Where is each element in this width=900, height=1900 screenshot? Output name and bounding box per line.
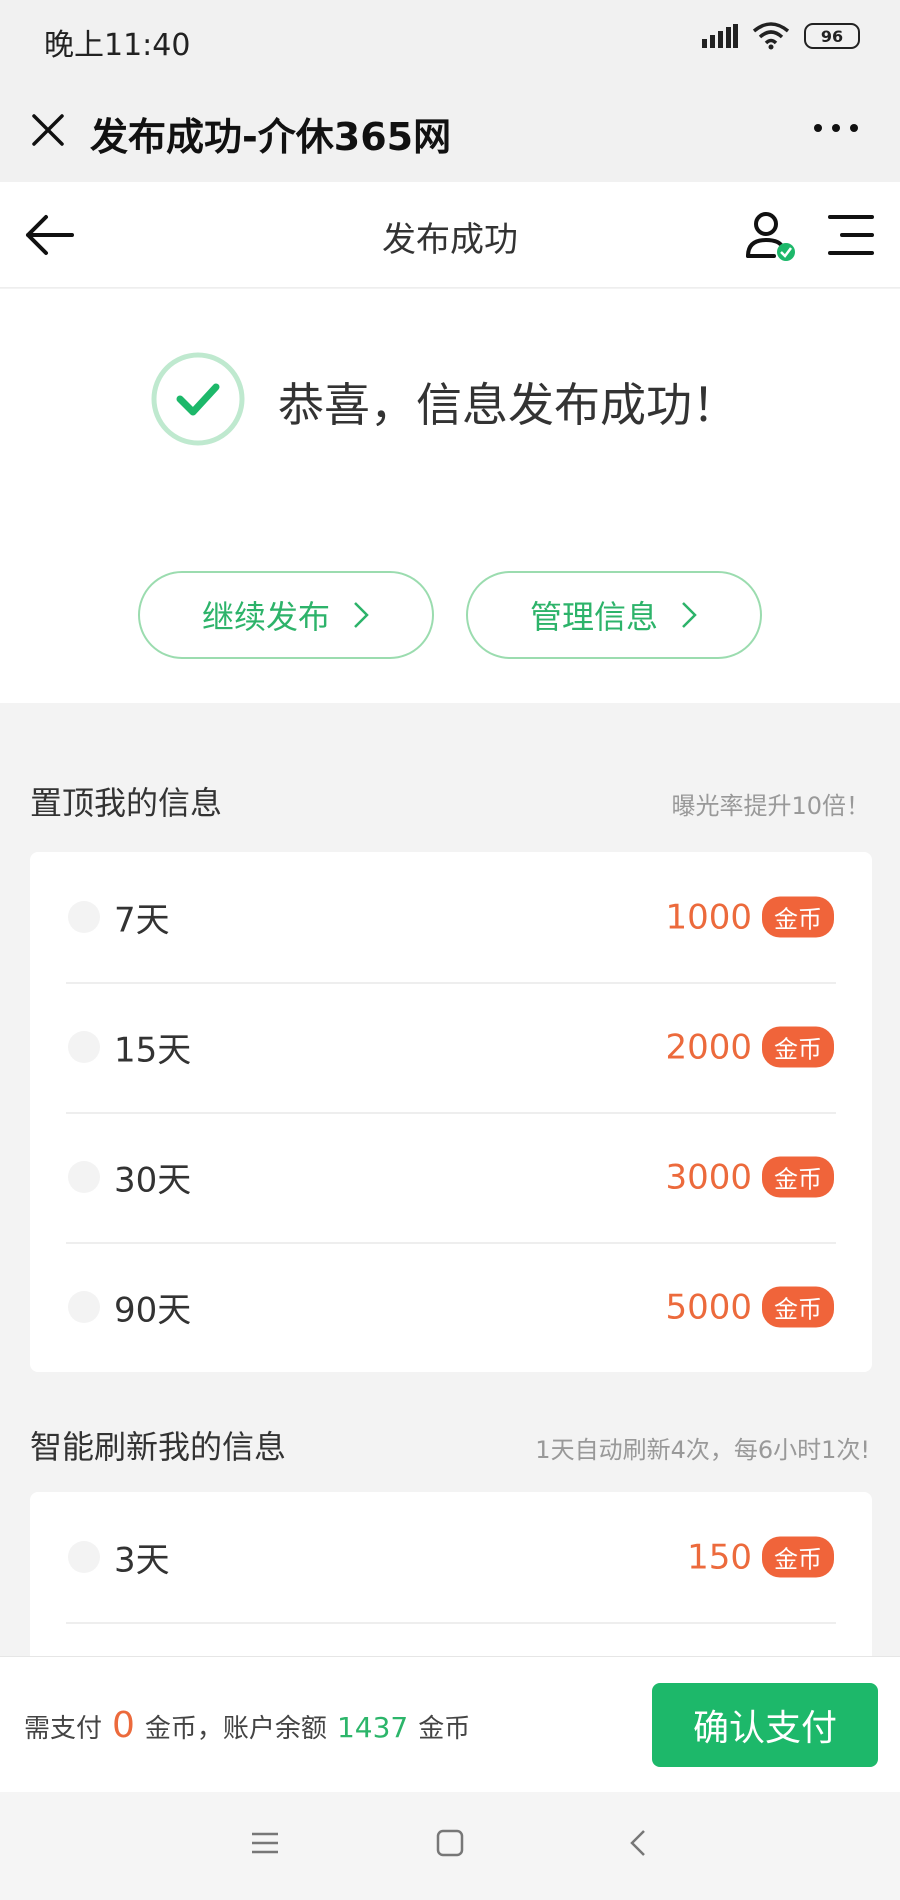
refresh-section-title: 智能刷新我的信息 (30, 1428, 287, 1466)
option-duration: 15天 (114, 1030, 192, 1071)
webview-header: 发布成功-介休365网 (0, 82, 900, 182)
coin-balance-label: 金币，账户余额 (144, 1714, 327, 1744)
top-option-row[interactable]: 15天 2000 金币 (30, 982, 872, 1112)
chevron-right-icon (682, 602, 697, 628)
pay-amount: 0 (112, 1705, 135, 1746)
option-duration: 7天 (114, 900, 170, 941)
coin-badge: 金币 (762, 1026, 834, 1068)
home-icon[interactable] (435, 1828, 465, 1858)
coin-badge: 金币 (762, 1286, 834, 1328)
account-balance: 1437 (336, 1711, 409, 1744)
radio-button[interactable] (68, 1161, 100, 1193)
continue-publish-label: 继续发布 (201, 598, 330, 636)
recent-apps-icon[interactable] (250, 1828, 280, 1858)
signal-icon (702, 24, 738, 48)
price-amount: 150 (687, 1537, 752, 1577)
option-price: 3000 金币 (665, 1156, 834, 1198)
refresh-option-row-partial (30, 1622, 872, 1656)
page-nav-bar: 发布成功 (0, 182, 900, 288)
option-duration: 90天 (114, 1290, 192, 1331)
need-pay-label: 需支付 (24, 1714, 103, 1744)
more-icon[interactable] (808, 106, 864, 150)
system-nav-bar (0, 1792, 900, 1900)
wifi-icon (752, 22, 790, 50)
system-back-icon[interactable] (628, 1828, 648, 1858)
top-option-row[interactable]: 30天 3000 金币 (30, 1112, 872, 1242)
check-circle-icon (151, 352, 245, 446)
coin-unit: 金币 (418, 1714, 471, 1744)
top-options-card: 7天 1000 金币 15天 2000 金币 30天 3000 金币 90天 5… (30, 852, 872, 1372)
chevron-right-icon (354, 602, 369, 628)
option-duration: 3天 (114, 1540, 170, 1581)
price-amount: 1000 (665, 897, 752, 937)
status-bar: 晚上11:40 96 (0, 0, 900, 82)
option-price: 2000 金币 (665, 1026, 834, 1068)
battery-indicator: 96 (804, 23, 860, 49)
price-amount: 3000 (665, 1157, 752, 1197)
continue-publish-button[interactable]: 继续发布 (138, 571, 434, 659)
refresh-options-card: 3天 150 金币 (30, 1492, 872, 1656)
option-price: 1000 金币 (665, 896, 834, 938)
top-option-row[interactable]: 90天 5000 金币 (30, 1242, 872, 1372)
user-verified-icon[interactable] (742, 208, 798, 264)
coin-badge: 金币 (762, 896, 834, 938)
confirm-pay-button[interactable]: 确认支付 (652, 1683, 878, 1767)
menu-icon[interactable] (826, 212, 876, 258)
coin-badge: 金币 (762, 1156, 834, 1198)
option-price: 150 金币 (687, 1536, 834, 1578)
radio-button[interactable] (68, 1031, 100, 1063)
price-amount: 2000 (665, 1027, 752, 1067)
radio-button[interactable] (68, 901, 100, 933)
top-section-title: 置顶我的信息 (30, 784, 223, 822)
status-time: 晚上11:40 (44, 28, 191, 63)
refresh-section-hint: 1天自动刷新4次，每6小时1次! (535, 1436, 870, 1464)
option-duration: 30天 (114, 1160, 192, 1201)
success-panel: 恭喜，信息发布成功！ 继续发布 管理信息 (0, 289, 900, 703)
payment-bar: 需支付 0 金币，账户余额 1437 金币 确认支付 (0, 1656, 900, 1792)
top-option-row[interactable]: 7天 1000 金币 (30, 852, 872, 982)
radio-button[interactable] (68, 1291, 100, 1323)
manage-info-button[interactable]: 管理信息 (466, 571, 762, 659)
top-section-hint: 曝光率提升10倍！ (671, 792, 870, 820)
success-message: 恭喜，信息发布成功！ (278, 378, 738, 432)
manage-info-label: 管理信息 (529, 598, 658, 636)
status-icons: 96 (702, 22, 860, 50)
option-price: 5000 金币 (665, 1286, 834, 1328)
radio-button[interactable] (68, 1541, 100, 1573)
close-icon[interactable] (26, 108, 70, 152)
refresh-option-row[interactable]: 3天 150 金币 (30, 1492, 872, 1622)
webview-title: 发布成功-介休365网 (90, 115, 452, 159)
payment-summary: 需支付 0 金币，账户余额 1437 金币 (24, 1705, 470, 1746)
price-amount: 5000 (665, 1287, 752, 1327)
coin-badge: 金币 (762, 1536, 834, 1578)
